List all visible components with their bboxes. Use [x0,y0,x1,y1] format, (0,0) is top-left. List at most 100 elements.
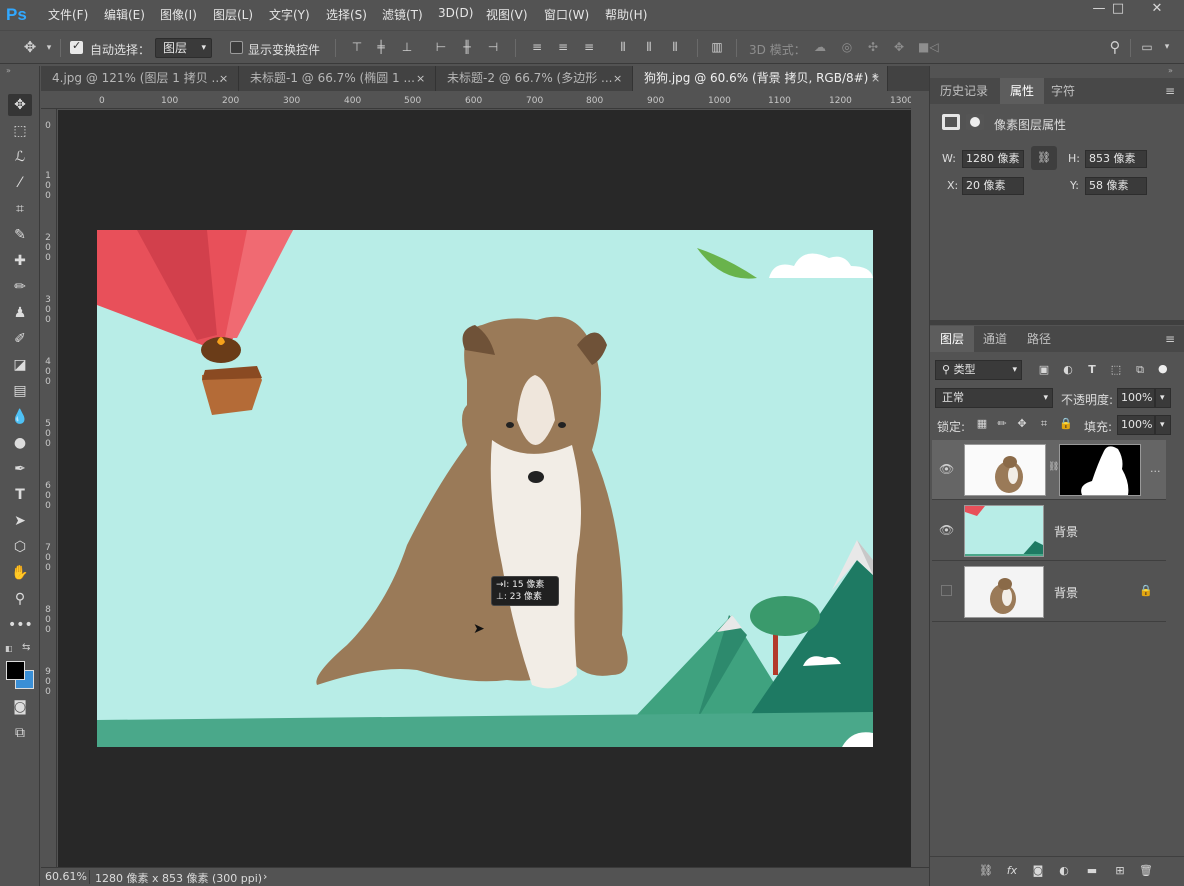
menu-filter[interactable]: 滤镜(T) [382,6,423,23]
delete-layer-icon[interactable]: 🗑 [1138,863,1154,879]
link-layers-icon[interactable]: ⛓ [978,863,994,879]
3d-slide-icon[interactable]: ✥ [892,40,906,54]
distribute-left-icon[interactable]: ⫴ [616,40,630,54]
new-group-icon[interactable]: ▬ [1084,863,1100,879]
crop-tool-icon[interactable]: ⌗ [8,198,32,220]
tab-paths[interactable]: 路径 [1017,326,1061,352]
mask-icon[interactable] [966,114,984,130]
visibility-toggle[interactable] [941,585,952,596]
height-input[interactable]: 853 像素 [1085,150,1147,168]
add-mask-icon[interactable]: ◙ [1030,863,1046,879]
auto-align-icon[interactable]: ▥ [710,40,724,54]
distribute-top-icon[interactable]: ≡ [530,40,544,54]
lock-artboard-icon[interactable]: ⌗ [1036,416,1052,432]
distribute-right-icon[interactable]: ⫴ [668,40,682,54]
3d-pan-icon[interactable]: ✣ [866,40,880,54]
zoom-level[interactable]: 60.61% [45,870,87,883]
maximize-button[interactable]: □ [1101,0,1135,18]
3d-roll-icon[interactable]: ◎ [840,40,854,54]
tab-layers[interactable]: 图层 [930,326,975,352]
align-vcenter-icon[interactable]: ╪ [374,40,388,54]
opacity-input[interactable]: 100% [1117,388,1155,408]
layer-row[interactable]: 背景 🔒 [932,562,1166,622]
close-tab-icon[interactable]: × [416,66,425,91]
align-right-icon[interactable]: ⊣ [486,40,500,54]
tool-preset-dropdown-icon[interactable]: ▾ [42,41,56,55]
history-brush-tool-icon[interactable]: ✐ [8,328,32,350]
filter-toggle-icon[interactable]: ● [1158,362,1170,378]
zoom-tool-icon[interactable]: ⚲ [8,588,32,610]
search-icon[interactable]: ⚲ [1108,40,1122,55]
collapse-panels-icon[interactable]: » [1168,66,1173,75]
layer-style-icon[interactable]: fx [1004,863,1020,879]
filter-shape-icon[interactable]: ⬚ [1108,362,1124,378]
shape-tool-icon[interactable]: ⬡ [8,536,32,558]
link-dimensions-icon[interactable]: ⛓ [1031,146,1057,170]
fill-dropdown-icon[interactable]: ▾ [1155,415,1171,435]
tab-character[interactable]: 字符 [1041,78,1085,104]
screen-mode-icon[interactable]: ⧉ [8,722,32,744]
menu-view[interactable]: 视图(V) [486,6,528,23]
blend-mode-select[interactable]: 正常 ▾ [935,388,1053,408]
type-tool-icon[interactable]: T [8,484,32,506]
path-selection-tool-icon[interactable]: ➤ [8,510,32,532]
tab-dog-jpg[interactable]: 狗狗.jpg @ 60.6% (背景 拷贝, RGB/8#) * × [633,66,888,91]
new-adjustment-icon[interactable]: ◐ [1056,863,1072,879]
fill-input[interactable]: 100% [1117,415,1155,435]
marquee-tool-icon[interactable]: ⬚ [8,120,32,142]
menu-3d[interactable]: 3D(D) [438,6,473,20]
dodge-tool-icon[interactable]: ● [8,432,32,454]
show-transform-checkbox[interactable] [230,41,243,54]
tab-channels[interactable]: 通道 [973,326,1017,352]
move-tool-icon[interactable]: ✥ [8,94,32,116]
workspace-dropdown-icon[interactable]: ▾ [1160,40,1174,54]
menu-layer[interactable]: 图层(L) [213,6,253,23]
status-menu-arrow[interactable]: › [263,870,267,883]
default-colors-icon[interactable]: ◧ [5,644,13,653]
align-top-icon[interactable]: ⊤ [350,40,364,54]
visibility-eye-icon[interactable]: 👁 [939,462,954,476]
align-bottom-icon[interactable]: ⊥ [400,40,414,54]
layer-mask-thumbnail[interactable] [1059,444,1141,496]
opacity-dropdown-icon[interactable]: ▾ [1155,388,1171,408]
blur-tool-icon[interactable]: 💧 [8,406,32,428]
layer-row[interactable]: 👁 ⛓ ... [932,440,1166,500]
new-layer-icon[interactable]: ⊞ [1112,863,1128,879]
swap-colors-icon[interactable]: ⇆ [22,642,30,653]
layer-filter-select[interactable]: ⚲ 类型 ▾ [935,360,1022,380]
distribute-hcenter-icon[interactable]: ⫴ [642,40,656,54]
menu-help[interactable]: 帮助(H) [605,6,647,23]
tab-history[interactable]: 历史记录 [930,78,998,104]
align-hcenter-icon[interactable]: ╫ [460,40,474,54]
filter-adjustment-icon[interactable]: ◐ [1060,362,1076,378]
mask-link-icon[interactable]: ⛓ [1048,462,1059,472]
auto-select-checkbox[interactable] [70,39,83,54]
filter-smart-object-icon[interactable]: ⧉ [1132,362,1148,378]
align-left-icon[interactable]: ⊢ [434,40,448,54]
lock-pixels-icon[interactable]: ✏ [994,416,1010,432]
menu-image[interactable]: 图像(I) [160,6,197,23]
distribute-vcenter-icon[interactable]: ≡ [556,40,570,54]
x-input[interactable]: 20 像素 [962,177,1024,195]
lock-transparency-icon[interactable]: ▦ [974,416,990,432]
layer-row[interactable]: 👁 背景 [932,501,1166,561]
document-canvas[interactable] [97,230,873,747]
close-tab-icon[interactable]: × [613,66,622,91]
lasso-tool-icon[interactable]: ℒ [8,146,32,168]
lock-all-icon[interactable]: 🔒 [1058,416,1074,432]
magic-wand-tool-icon[interactable]: ⁄ [8,172,32,194]
tab-untitled-2[interactable]: 未标题-2 @ 66.7% (多边形 ... × [436,66,633,91]
layer-name[interactable]: 背景 [1054,584,1078,601]
tab-4-jpg[interactable]: 4.jpg @ 121% (图层 1 拷贝 ... × [41,66,239,91]
pen-tool-icon[interactable]: ✒ [8,458,32,480]
filter-type-icon[interactable]: T [1084,362,1100,378]
layer-name[interactable]: 背景 [1054,523,1078,540]
close-window-button[interactable]: ✕ [1140,0,1174,18]
eraser-tool-icon[interactable]: ◪ [8,354,32,376]
gradient-tool-icon[interactable]: ▤ [8,380,32,402]
menu-window[interactable]: 窗口(W) [544,6,589,23]
panel-menu-icon[interactable]: ≡ [1165,332,1175,346]
collapse-toolbar-icon[interactable]: » [6,66,11,75]
workspace-icon[interactable]: ▭ [1140,40,1154,54]
distribute-bottom-icon[interactable]: ≡ [582,40,596,54]
